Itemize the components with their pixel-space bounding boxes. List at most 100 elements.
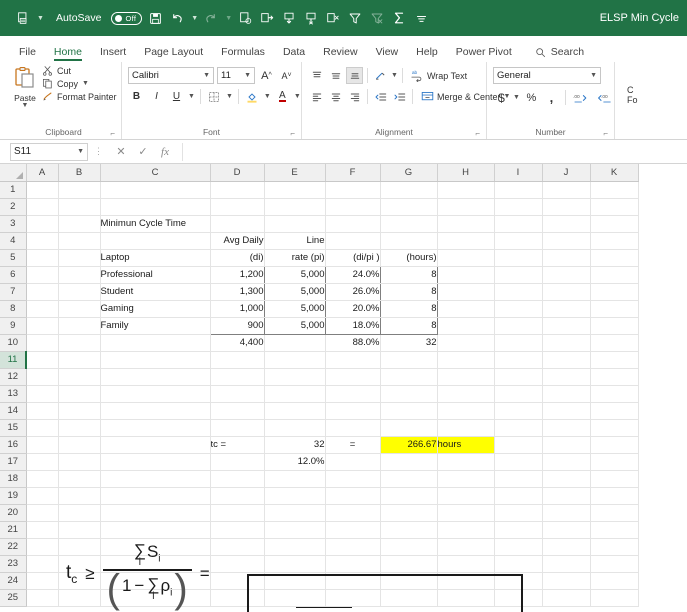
cell-G7[interactable]: 8 <box>380 283 438 301</box>
cell-J5[interactable] <box>542 249 591 267</box>
cell-B4[interactable] <box>58 232 101 250</box>
cell-G3[interactable] <box>380 215 438 233</box>
cell-G21[interactable] <box>380 521 438 539</box>
cell-D13[interactable] <box>210 385 265 403</box>
cell-G8[interactable]: 8 <box>380 300 438 318</box>
cell-C6[interactable]: Professional <box>100 266 211 284</box>
cell-E10[interactable] <box>264 334 326 352</box>
cell-E1[interactable] <box>264 181 326 199</box>
cell-H6[interactable] <box>437 266 495 284</box>
cell-G19[interactable] <box>380 487 438 505</box>
cell-F23[interactable] <box>325 555 381 573</box>
cell-E25[interactable] <box>264 589 326 607</box>
number-format-combo[interactable]: General ▼ <box>493 67 601 84</box>
column-header-k[interactable]: K <box>590 164 639 182</box>
cell-B14[interactable] <box>58 402 101 420</box>
cell-E20[interactable] <box>264 504 326 522</box>
cell-A20[interactable] <box>26 504 59 522</box>
cell-F18[interactable] <box>325 470 381 488</box>
cell-K5[interactable] <box>590 249 639 267</box>
sort-az-icon[interactable] <box>280 7 298 29</box>
cell-H11[interactable] <box>437 351 495 369</box>
cell-G9[interactable]: 8 <box>380 317 438 335</box>
font-color-button[interactable]: A <box>274 88 291 105</box>
cell-I15[interactable] <box>494 419 543 437</box>
cell-I5[interactable] <box>494 249 543 267</box>
cell-F7[interactable]: 26.0% <box>325 283 381 301</box>
column-header-a[interactable]: A <box>26 164 59 182</box>
cell-E24[interactable] <box>264 572 326 590</box>
cell-D1[interactable] <box>210 181 265 199</box>
cell-A11[interactable] <box>26 351 59 369</box>
undo-chevron-down-icon[interactable]: ▼ <box>191 15 198 22</box>
cell-I10[interactable] <box>494 334 543 352</box>
decrease-decimal-button[interactable]: .00 <box>595 89 616 106</box>
cell-E16[interactable]: 32 <box>264 436 326 454</box>
sort-ascending-icon[interactable] <box>258 7 276 29</box>
cell-E6[interactable]: 5,000 <box>264 265 326 284</box>
cell-H10[interactable] <box>437 334 495 352</box>
cell-E2[interactable] <box>264 198 326 216</box>
cell-J11[interactable] <box>542 351 591 369</box>
cell-G6[interactable]: 8 <box>380 265 438 284</box>
cell-D25[interactable] <box>210 589 265 607</box>
cell-D18[interactable] <box>210 470 265 488</box>
wrap-text-button[interactable]: ab Wrap Text <box>407 69 467 82</box>
copy-chevron-down-icon[interactable]: ▼ <box>82 80 89 87</box>
cell-J21[interactable] <box>542 521 591 539</box>
cell-B18[interactable] <box>58 470 101 488</box>
cell-I8[interactable] <box>494 300 543 318</box>
row-header-24[interactable]: 24 <box>0 572 27 590</box>
cell-J8[interactable] <box>542 300 591 318</box>
cell-D2[interactable] <box>210 198 265 216</box>
cell-H12[interactable] <box>437 368 495 386</box>
orientation-chevron-down-icon[interactable]: ▼ <box>391 72 398 79</box>
cell-A10[interactable] <box>26 334 59 352</box>
cell-J14[interactable] <box>542 402 591 420</box>
tab-file[interactable]: File <box>10 44 45 62</box>
cell-J2[interactable] <box>542 198 591 216</box>
increase-indent-button[interactable] <box>391 88 408 105</box>
cell-F17[interactable] <box>325 453 381 471</box>
paste-chevron-down-icon[interactable]: ▼ <box>22 102 29 109</box>
column-header-e[interactable]: E <box>264 164 326 182</box>
cell-K2[interactable] <box>590 198 639 216</box>
cell-C1[interactable] <box>100 181 211 199</box>
percent-style-button[interactable]: % <box>523 89 540 106</box>
cell-H14[interactable] <box>437 402 495 420</box>
number-dialog-launcher-icon[interactable]: ⌐ <box>603 129 608 138</box>
cell-F22[interactable] <box>325 538 381 556</box>
cell-C2[interactable] <box>100 198 211 216</box>
cell-K23[interactable] <box>590 555 639 573</box>
cell-K4[interactable] <box>590 232 639 250</box>
formula-input[interactable] <box>182 142 683 161</box>
cell-F1[interactable] <box>325 181 381 199</box>
fill-color-chevron-down-icon[interactable]: ▼ <box>264 93 271 100</box>
cell-K9[interactable] <box>590 317 639 335</box>
cell-C17[interactable] <box>100 453 211 471</box>
align-top-button[interactable] <box>308 67 325 84</box>
cell-F2[interactable] <box>325 198 381 216</box>
cell-A22[interactable] <box>26 538 59 556</box>
cell-I11[interactable] <box>494 351 543 369</box>
align-middle-button[interactable] <box>327 67 344 84</box>
number-format-chevron-down-icon[interactable]: ▼ <box>586 72 597 79</box>
cell-E13[interactable] <box>264 385 326 403</box>
cell-A4[interactable] <box>26 232 59 250</box>
cell-D14[interactable] <box>210 402 265 420</box>
cell-G16[interactable]: 266.67 <box>380 436 438 454</box>
column-header-h[interactable]: H <box>437 164 495 182</box>
cell-B17[interactable] <box>58 453 101 471</box>
cell-F4[interactable] <box>325 232 381 250</box>
cell-G18[interactable] <box>380 470 438 488</box>
cell-A25[interactable] <box>26 589 59 607</box>
cell-G4[interactable] <box>380 232 438 250</box>
cell-G23[interactable] <box>380 555 438 573</box>
column-header-i[interactable]: I <box>494 164 543 182</box>
cell-F6[interactable]: 24.0% <box>325 265 381 284</box>
cell-C22[interactable] <box>100 538 211 556</box>
cell-C23[interactable] <box>100 555 211 573</box>
underline-button[interactable]: U <box>168 88 185 105</box>
cell-G13[interactable] <box>380 385 438 403</box>
italic-button[interactable]: I <box>148 88 165 105</box>
